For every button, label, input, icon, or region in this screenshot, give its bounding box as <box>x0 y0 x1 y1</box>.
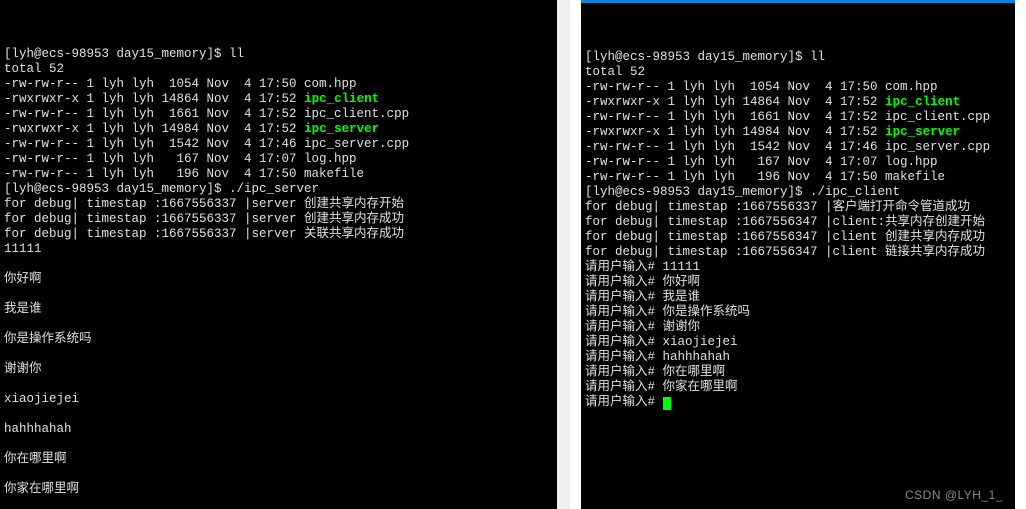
input-line-active[interactable]: 请用户输入# <box>585 395 1011 410</box>
recv-line: hahhhahah <box>4 422 566 437</box>
recv-line: xiaojiejei <box>4 392 566 407</box>
file-name: ipc_client <box>885 95 960 109</box>
file-name: ipc_server <box>304 122 379 136</box>
recv-line: 11111 <box>4 242 566 257</box>
ls-row: -rw-rw-r-- 1 lyh lyh 1054 Nov 4 17:50 co… <box>585 80 1011 95</box>
file-name: ipc_client <box>304 92 379 106</box>
input-line: 请用户输入# 我是谁 <box>585 290 1011 305</box>
debug-line: for debug| timestap :1667556347 |client … <box>585 230 1011 245</box>
scrollbar-vertical[interactable] <box>557 0 570 509</box>
terminal-right-content[interactable]: [lyh@ecs-98953 day15_memory]$ lltotal 52… <box>585 50 1011 410</box>
ls-row: -rw-rw-r-- 1 lyh lyh 1542 Nov 4 17:46 ip… <box>4 137 566 152</box>
recv-line: 你家在哪里啊 <box>4 482 566 497</box>
window-topbar <box>581 0 1015 3</box>
total-line: total 52 <box>585 65 1011 80</box>
recv-line <box>4 317 566 332</box>
input-line: 请用户输入# 你是操作系统吗 <box>585 305 1011 320</box>
ls-row: -rw-rw-r-- 1 lyh lyh 1054 Nov 4 17:50 co… <box>4 77 566 92</box>
recv-line: 你在哪里啊 <box>4 452 566 467</box>
terminal-right[interactable]: [lyh@ecs-98953 day15_memory]$ lltotal 52… <box>581 0 1015 509</box>
ls-row: -rwxrwxr-x 1 lyh lyh 14864 Nov 4 17:52 i… <box>4 92 566 107</box>
terminal-left[interactable]: [lyh@ecs-98953 day15_memory]$ lltotal 52… <box>0 0 581 509</box>
ls-row: -rw-rw-r-- 1 lyh lyh 167 Nov 4 17:07 log… <box>4 152 566 167</box>
recv-line: 你好啊 <box>4 272 566 287</box>
terminal-left-content[interactable]: [lyh@ecs-98953 day15_memory]$ lltotal 52… <box>4 47 566 509</box>
recv-line <box>4 377 566 392</box>
recv-line: 谢谢你 <box>4 362 566 377</box>
watermark-text: CSDN @LYH_1_ <box>905 488 1003 503</box>
recv-line <box>4 257 566 272</box>
debug-line: for debug| timestap :1667556337 |server … <box>4 212 566 227</box>
ls-row: -rw-rw-r-- 1 lyh lyh 167 Nov 4 17:07 log… <box>585 155 1011 170</box>
recv-line: 你是操作系统吗 <box>4 332 566 347</box>
ls-row: -rw-rw-r-- 1 lyh lyh 196 Nov 4 17:50 mak… <box>4 167 566 182</box>
input-line: 请用户输入# 你在哪里啊 <box>585 365 1011 380</box>
recv-line <box>4 287 566 302</box>
ls-row: -rw-rw-r-- 1 lyh lyh 1661 Nov 4 17:52 ip… <box>4 107 566 122</box>
recv-line <box>4 467 566 482</box>
file-name: ipc_server <box>885 125 960 139</box>
recv-line <box>4 497 566 509</box>
ls-row: -rwxrwxr-x 1 lyh lyh 14984 Nov 4 17:52 i… <box>4 122 566 137</box>
recv-line <box>4 347 566 362</box>
input-line: 请用户输入# xiaojiejei <box>585 335 1011 350</box>
debug-line: for debug| timestap :1667556347 |client:… <box>585 215 1011 230</box>
recv-line: 我是谁 <box>4 302 566 317</box>
debug-line: for debug| timestap :1667556337 |客户端打开命令… <box>585 200 1011 215</box>
ls-row: -rw-rw-r-- 1 lyh lyh 196 Nov 4 17:50 mak… <box>585 170 1011 185</box>
ls-row: -rwxrwxr-x 1 lyh lyh 14864 Nov 4 17:52 i… <box>585 95 1011 110</box>
input-line: 请用户输入# 11111 <box>585 260 1011 275</box>
debug-line: for debug| timestap :1667556347 |client … <box>585 245 1011 260</box>
recv-line <box>4 437 566 452</box>
input-line: 请用户输入# 谢谢你 <box>585 320 1011 335</box>
ls-row: -rwxrwxr-x 1 lyh lyh 14984 Nov 4 17:52 i… <box>585 125 1011 140</box>
total-line: total 52 <box>4 62 566 77</box>
cursor-icon <box>663 397 671 410</box>
prompt-line: [lyh@ecs-98953 day15_memory]$ ll <box>4 47 566 62</box>
recv-line <box>4 407 566 422</box>
ls-row: -rw-rw-r-- 1 lyh lyh 1661 Nov 4 17:52 ip… <box>585 110 1011 125</box>
input-line: 请用户输入# 你家在哪里啊 <box>585 380 1011 395</box>
prompt-line: [lyh@ecs-98953 day15_memory]$ ll <box>585 50 1011 65</box>
debug-line: for debug| timestap :1667556337 |server … <box>4 197 566 212</box>
input-line: 请用户输入# 你好啊 <box>585 275 1011 290</box>
prompt-line: [lyh@ecs-98953 day15_memory]$ ./ipc_clie… <box>585 185 1011 200</box>
input-line: 请用户输入# hahhhahah <box>585 350 1011 365</box>
prompt-line: [lyh@ecs-98953 day15_memory]$ ./ipc_serv… <box>4 182 566 197</box>
ls-row: -rw-rw-r-- 1 lyh lyh 1542 Nov 4 17:46 ip… <box>585 140 1011 155</box>
debug-line: for debug| timestap :1667556337 |server … <box>4 227 566 242</box>
